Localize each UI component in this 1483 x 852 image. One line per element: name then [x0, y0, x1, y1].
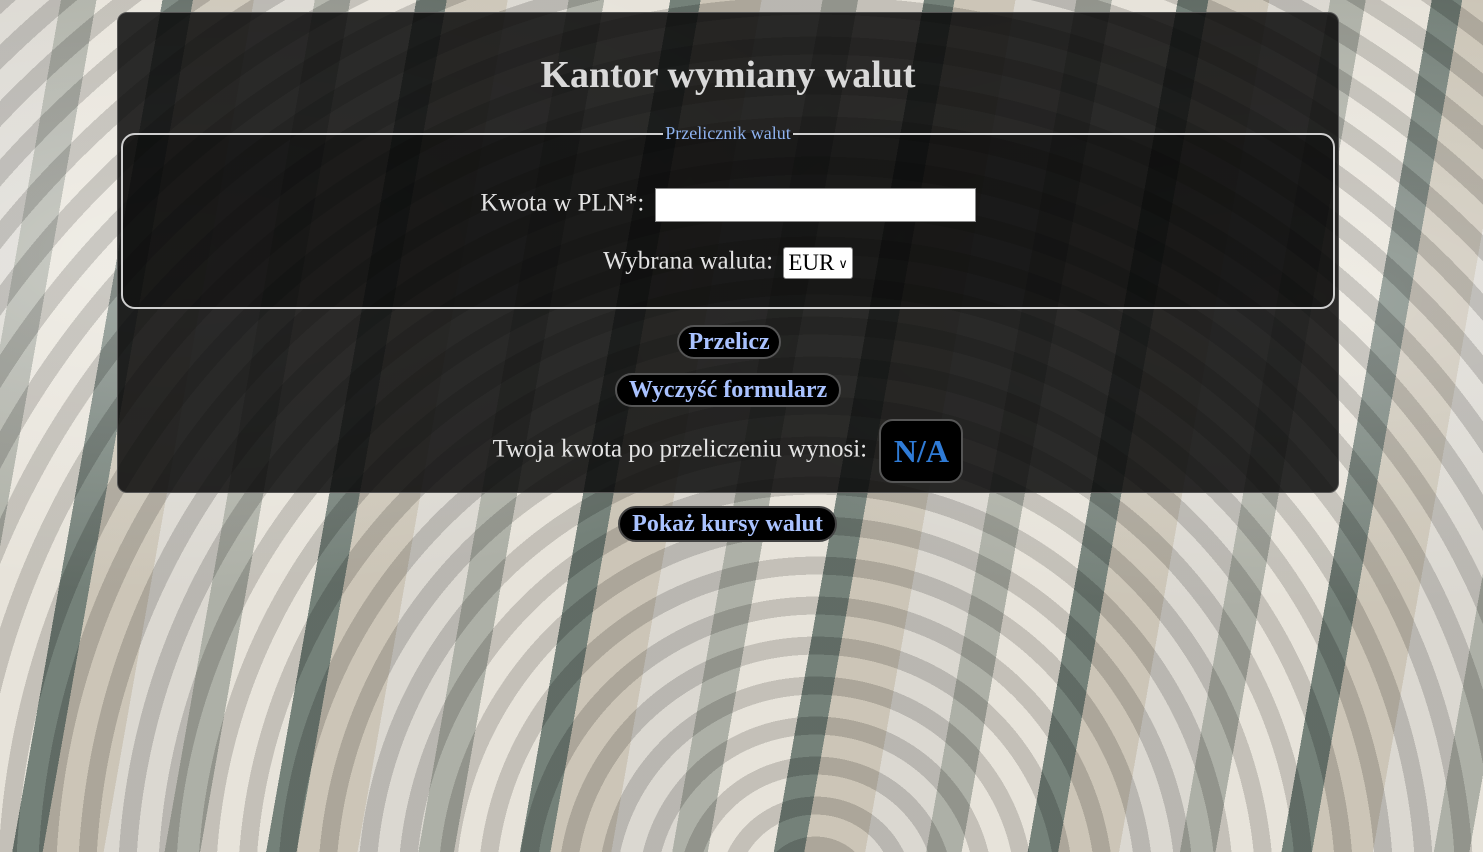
currency-select[interactable]: EUR ∨ [783, 247, 853, 279]
currency-label: Wybrana waluta: [603, 247, 774, 275]
calculate-button[interactable]: Przelicz [677, 325, 781, 359]
result-value: N/A [879, 419, 964, 483]
result-row: Twoja kwota po przeliczeniu wynosi: N/A [118, 419, 1338, 483]
converter-fieldset: Przelicznik walut Kwota w PLN*: Wybrana … [121, 123, 1335, 309]
show-rates-button[interactable]: Pokaż kursy walut [618, 506, 837, 542]
page-title: Kantor wymiany walut [540, 54, 916, 96]
fieldset-legend: Przelicznik walut [665, 123, 791, 143]
converter-panel: Kantor wymiany walut Przelicznik walut K… [117, 12, 1339, 493]
currency-selected-value: EUR [788, 250, 835, 275]
chevron-down-icon: ∨ [838, 257, 848, 272]
amount-row: Kwota w PLN*: [123, 188, 1333, 222]
currency-row: Wybrana waluta: EUR ∨ [123, 247, 1333, 279]
clear-form-button[interactable]: Wyczyść formularz [615, 373, 841, 407]
amount-input[interactable] [654, 188, 976, 222]
result-label: Twoja kwota po przeliczeniu wynosi: [492, 435, 868, 463]
amount-label: Kwota w PLN*: [480, 189, 645, 217]
